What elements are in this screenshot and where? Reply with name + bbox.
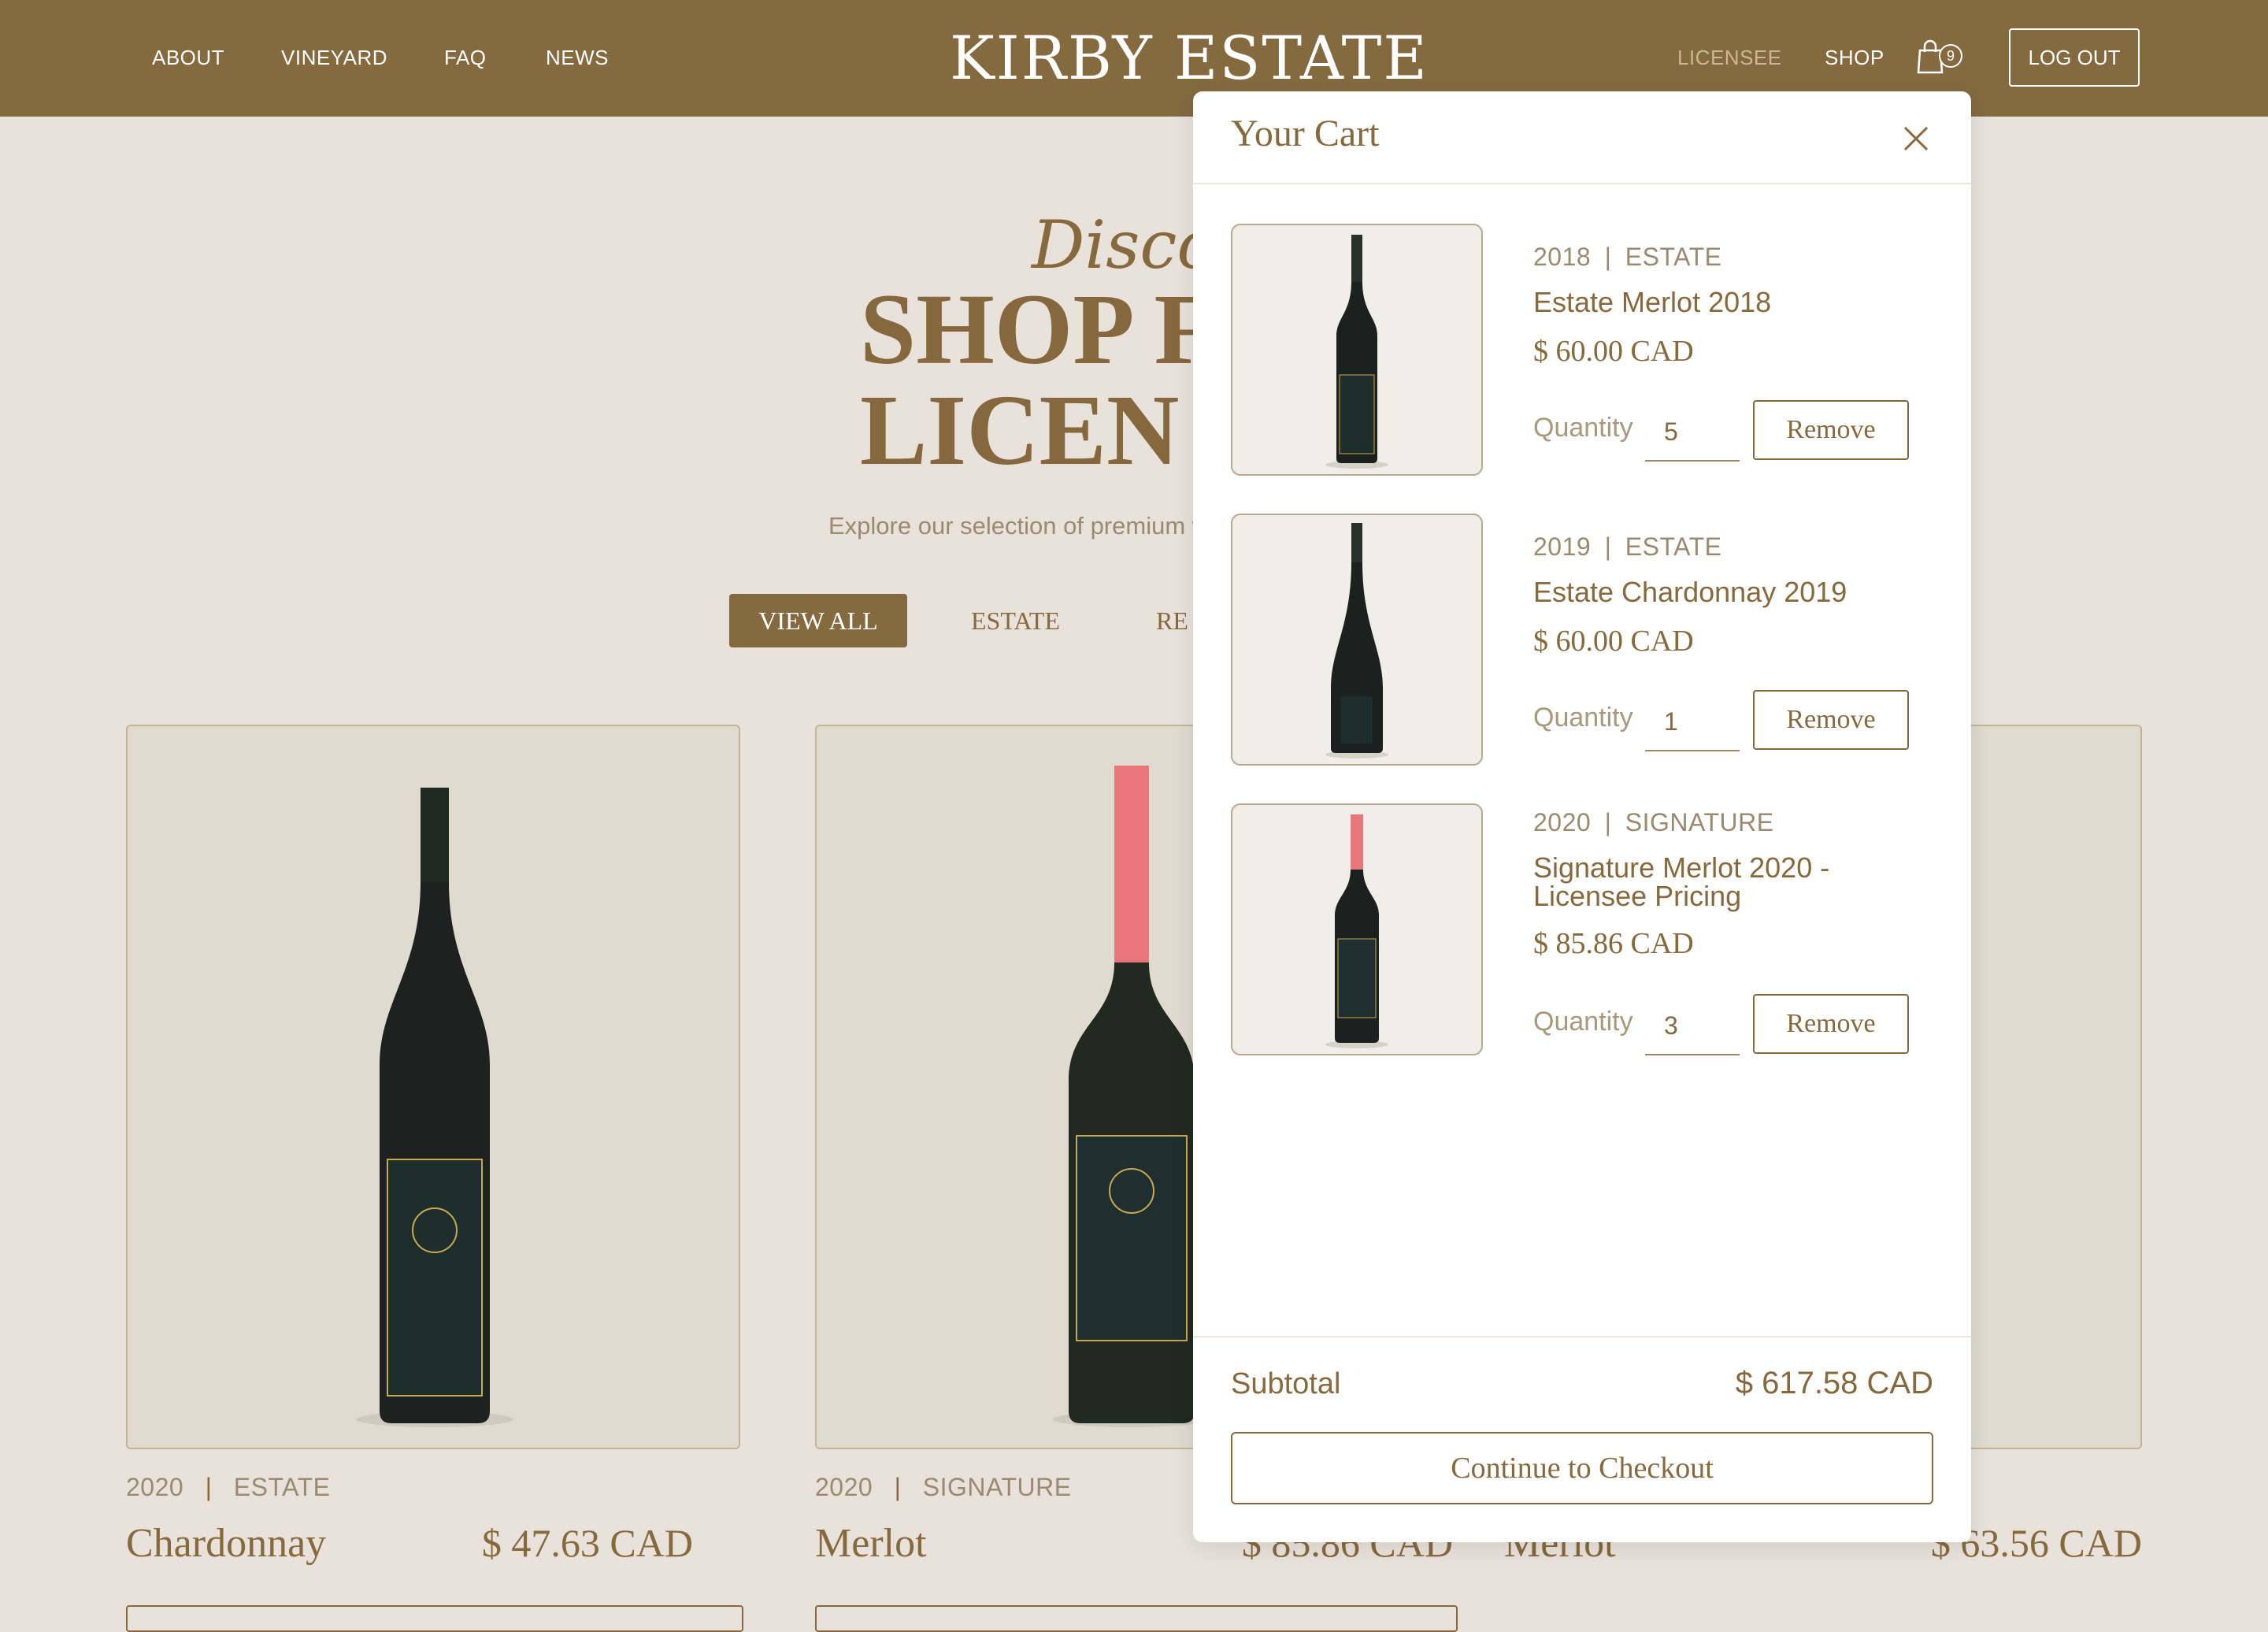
nav-licensee[interactable]: LICENSEE (1677, 46, 1782, 70)
cart-item-thumbnail (1231, 803, 1483, 1055)
wine-bottle-image (1053, 766, 1210, 1427)
product-price: $ 47.63 CAD (481, 1521, 693, 1565)
hero-subtitle: Explore our selection of premium w (828, 512, 1210, 540)
quantity-input[interactable] (1645, 693, 1740, 751)
checkout-button[interactable]: Continue to Checkout (1231, 1432, 1933, 1504)
cart-item-thumbnail (1231, 514, 1483, 766)
product-card[interactable] (126, 725, 740, 1449)
cart-item-collection: ESTATE (1625, 532, 1722, 561)
cart-item-name[interactable]: Estate Chardonnay 2019 (1533, 578, 1880, 606)
wine-bottle-image (1325, 814, 1388, 1048)
hero-title-line2: LICEN (860, 374, 1180, 486)
wine-bottle-image (1325, 523, 1388, 759)
drawer-divider (1193, 1336, 1971, 1337)
logout-button[interactable]: LOG OUT (2009, 28, 2140, 87)
quantity-input[interactable] (1645, 403, 1740, 462)
product-collection: SIGNATURE (922, 1473, 1072, 1501)
wine-bottle-image (1325, 235, 1388, 469)
subtotal-value: $ 617.58 CAD (1735, 1366, 1933, 1400)
cart-item-price: $ 60.00 CAD (1533, 625, 1694, 658)
add-to-cart-button[interactable] (815, 1605, 1458, 1632)
cart-item-year: 2019 (1533, 532, 1592, 561)
remove-button[interactable]: Remove (1753, 400, 1909, 460)
hero-title: SHOP F LICEN (860, 279, 1216, 480)
product-year: 2020 (815, 1473, 873, 1501)
quantity-input[interactable] (1645, 997, 1740, 1055)
cart-item-name[interactable]: Estate Merlot 2018 (1533, 288, 1880, 317)
hero-title-line1: SHOP F (860, 273, 1216, 385)
cart-item-collection: ESTATE (1625, 243, 1722, 271)
remove-button[interactable]: Remove (1753, 690, 1909, 750)
product-meta: 2020 | ESTATE (126, 1473, 331, 1501)
close-icon[interactable] (1899, 121, 1933, 156)
product-year: 2020 (126, 1473, 184, 1501)
filter-reserve[interactable]: RE (1156, 594, 1188, 647)
add-to-cart-button[interactable] (126, 1605, 743, 1632)
product-collection: ESTATE (233, 1473, 331, 1501)
nav-vineyard[interactable]: VINEYARD (281, 46, 387, 70)
nav-faq[interactable]: FAQ (444, 46, 487, 70)
cart-count-badge: 9 (1939, 44, 1962, 68)
site-logo[interactable]: KIRBY ESTATE (950, 22, 1429, 95)
wine-bottle-image (356, 788, 513, 1427)
cart-item-meta: 2020 | SIGNATURE (1533, 808, 1774, 836)
drawer-divider (1193, 183, 1971, 184)
filter-view-all[interactable]: VIEW ALL (729, 594, 907, 647)
nav-shop[interactable]: SHOP (1825, 46, 1884, 70)
cart-drawer: Your Cart 2018 | ESTATE Estate Merlot 20… (1193, 91, 1971, 1542)
subtotal-label: Subtotal (1231, 1367, 1341, 1400)
cart-item-thumbnail (1231, 224, 1483, 476)
cart-item-year: 2020 (1533, 808, 1592, 836)
remove-button[interactable]: Remove (1753, 994, 1909, 1054)
product-name[interactable]: Chardonnay (126, 1520, 326, 1567)
product-name[interactable]: Merlot (815, 1520, 927, 1567)
cart-item-year: 2018 (1533, 243, 1592, 271)
product-meta: 2020 | SIGNATURE (815, 1473, 1072, 1501)
cart-item-price: $ 85.86 CAD (1533, 927, 1694, 960)
cart-item-price: $ 60.00 CAD (1533, 335, 1694, 368)
filter-estate[interactable]: ESTATE (971, 594, 1060, 647)
quantity-label: Quantity (1533, 703, 1633, 733)
nav-about[interactable]: ABOUT (152, 46, 224, 70)
cart-title: Your Cart (1231, 113, 1380, 154)
cart-item-name[interactable]: Signature Merlot 2020 - Licensee Pricing (1533, 854, 1880, 911)
quantity-label: Quantity (1533, 1007, 1633, 1037)
quantity-label: Quantity (1533, 413, 1633, 443)
cart-item-meta: 2018 | ESTATE (1533, 243, 1722, 271)
cart-item-meta: 2019 | ESTATE (1533, 532, 1722, 561)
nav-news[interactable]: NEWS (546, 46, 609, 70)
cart-item-collection: SIGNATURE (1625, 808, 1774, 836)
